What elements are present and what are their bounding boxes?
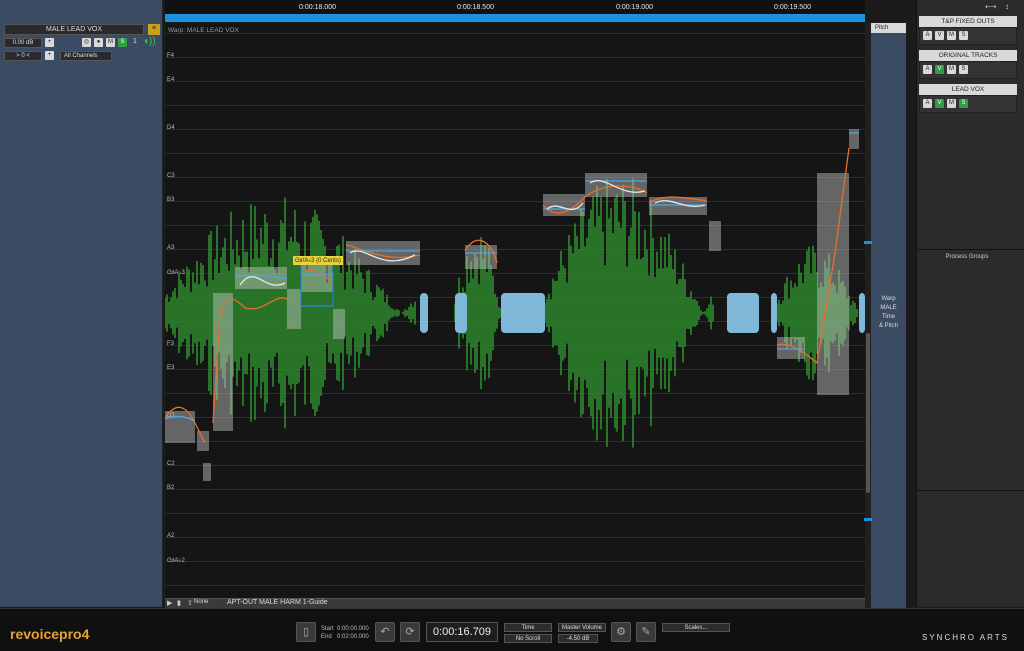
group-a-button[interactable]: A xyxy=(923,65,932,74)
divider xyxy=(917,490,1024,491)
note-blob[interactable] xyxy=(817,173,849,395)
group-title[interactable]: LEAD VOX xyxy=(919,84,1017,95)
pencil-tool-icon[interactable]: ✎ xyxy=(636,622,656,642)
editor-bottom-strip: ▶ ▮ ⇧ None APT-OUT MALE HARM 1-Guide xyxy=(165,598,865,608)
ruler-time: 0:00:19.000 xyxy=(616,4,653,11)
group-title[interactable]: T&P FIXED OUTS xyxy=(919,16,1017,27)
time-ruler[interactable]: 0:00:18.000 0:00:18.500 0:00:19.000 0:00… xyxy=(165,0,865,14)
waveform-segment xyxy=(544,178,714,448)
unvoiced-band xyxy=(501,293,545,333)
track-gain-field[interactable]: 0.00 dB xyxy=(4,38,42,48)
play-icon[interactable]: ▶ xyxy=(167,599,172,607)
lock-icon[interactable]: ▮ xyxy=(177,599,181,607)
note-blob[interactable] xyxy=(287,289,301,329)
guide-track-title: APT-OUT MALE HARM 1-Guide xyxy=(227,599,328,606)
scales-select[interactable]: Scales... xyxy=(662,623,730,632)
warp-process-label[interactable]: Warp MALE Time & Pitch xyxy=(871,295,906,331)
loop-icon[interactable]: ▯ xyxy=(296,622,316,642)
arrow-icon[interactable]: ⇧ xyxy=(187,599,193,607)
warp-line: Time xyxy=(881,314,896,320)
pan-plus-icon[interactable]: + xyxy=(45,51,54,60)
speaker-icon[interactable]: ◖)) xyxy=(143,36,157,48)
headphones-icon[interactable]: ◎ xyxy=(82,38,91,47)
start-value: 0:00:00.000 xyxy=(337,626,369,632)
ruler-time: 0:00:19.500 xyxy=(774,4,811,11)
divider xyxy=(917,249,1024,250)
synchro-arts-logo: SYNCHRO ARTS xyxy=(922,633,1009,642)
process-panel: ⟷ ↕ T&P FIXED OUTS A V M S ORIGINAL TRAC… xyxy=(916,0,1024,607)
note-blob[interactable] xyxy=(709,221,721,251)
record-icon[interactable]: ● xyxy=(94,38,103,47)
channels-select[interactable]: All Channels xyxy=(60,51,112,61)
master-volume-label: Master Volume xyxy=(558,623,606,632)
note-blob[interactable] xyxy=(465,245,497,269)
note-blob[interactable] xyxy=(346,241,420,265)
unvoiced-band xyxy=(727,293,759,333)
undo-icon[interactable]: ↶ xyxy=(375,622,395,642)
waveform-display xyxy=(165,129,865,481)
group-box: A V M S xyxy=(919,61,1017,79)
unvoiced-band xyxy=(455,293,467,333)
guide-select[interactable]: None xyxy=(194,599,208,605)
group-v-button[interactable]: V xyxy=(935,99,944,108)
group-v-button[interactable]: V xyxy=(935,31,944,40)
master-volume-field[interactable]: -4.50 dB xyxy=(558,634,598,643)
pitch-editor[interactable]: Warp: MALE LEAD VOX F4 E4 D4 C3 B3 A3 G♯A♭3 F3 E… xyxy=(165,23,865,598)
range-marker-bottom[interactable] xyxy=(864,518,872,521)
group-m-button[interactable]: M xyxy=(947,65,956,74)
end-label: End xyxy=(321,634,332,640)
warp-line: MALE xyxy=(880,305,897,311)
time-select[interactable]: Time xyxy=(504,623,552,632)
warp-line: Warp xyxy=(881,296,896,302)
group-s-button[interactable]: S xyxy=(959,31,968,40)
note-blob[interactable] xyxy=(213,293,233,431)
ruler-time: 0:00:18.000 xyxy=(299,4,336,11)
expand-horizontal-icon[interactable]: ⟷ xyxy=(985,2,996,11)
group-title[interactable]: ORIGINAL TRACKS xyxy=(919,50,1017,61)
track-menu-icon[interactable]: ≡ xyxy=(148,24,160,35)
unvoiced-band xyxy=(420,293,428,333)
note-blob[interactable] xyxy=(777,337,805,359)
group-box: A V M S xyxy=(919,27,1017,45)
gain-plus-icon[interactable]: + xyxy=(45,38,54,47)
track-number: 1 xyxy=(133,38,137,45)
ruler-time: 0:00:18.500 xyxy=(457,4,494,11)
group-box: A V M S xyxy=(919,95,1017,113)
group-m-button[interactable]: M xyxy=(947,31,956,40)
brand-logo: revoicepro4 xyxy=(10,626,90,642)
current-time-display[interactable]: 0:00:16.709 xyxy=(426,622,498,642)
scroll-mode-select[interactable]: No Scroll xyxy=(504,634,552,643)
pitch-tab[interactable]: Pitch xyxy=(871,23,906,33)
end-value: 0:02:00.000 xyxy=(337,634,369,640)
unvoiced-band xyxy=(771,293,777,333)
track-name-field[interactable]: MALE LEAD VOX xyxy=(4,24,144,35)
group-s-button[interactable]: S xyxy=(959,65,968,74)
selection-bar[interactable] xyxy=(165,14,865,22)
group-a-button[interactable]: A xyxy=(923,99,932,108)
note-blob[interactable] xyxy=(849,129,859,149)
group-m-button[interactable]: M xyxy=(947,99,956,108)
solo-button[interactable]: S xyxy=(118,38,127,47)
note-blob[interactable] xyxy=(203,463,211,481)
group-v-button[interactable]: V xyxy=(935,65,944,74)
track-pan-field[interactable]: > 0 < xyxy=(4,51,42,61)
process-groups-label: Process Groups xyxy=(945,254,989,260)
warp-line: & Pitch xyxy=(878,323,898,329)
scroll-thumb[interactable] xyxy=(866,333,870,493)
note-blob[interactable] xyxy=(543,194,585,216)
mute-button[interactable]: M xyxy=(106,38,115,47)
track-panel xyxy=(0,0,163,607)
note-tooltip: G♯/A♭3 (0 Cents) xyxy=(293,256,343,265)
group-s-button[interactable]: S xyxy=(959,99,968,108)
note-blob[interactable] xyxy=(333,309,345,339)
group-a-button[interactable]: A xyxy=(923,31,932,40)
range-marker-top[interactable] xyxy=(864,241,872,244)
expand-vertical-icon[interactable]: ↕ xyxy=(1005,2,1009,11)
loop-cycle-icon[interactable]: ⟳ xyxy=(400,622,420,642)
note-blob[interactable] xyxy=(197,431,209,451)
settings-gear-icon[interactable]: ⚙ xyxy=(611,622,631,642)
start-label: Start xyxy=(321,626,334,632)
note-blob[interactable] xyxy=(585,173,647,197)
